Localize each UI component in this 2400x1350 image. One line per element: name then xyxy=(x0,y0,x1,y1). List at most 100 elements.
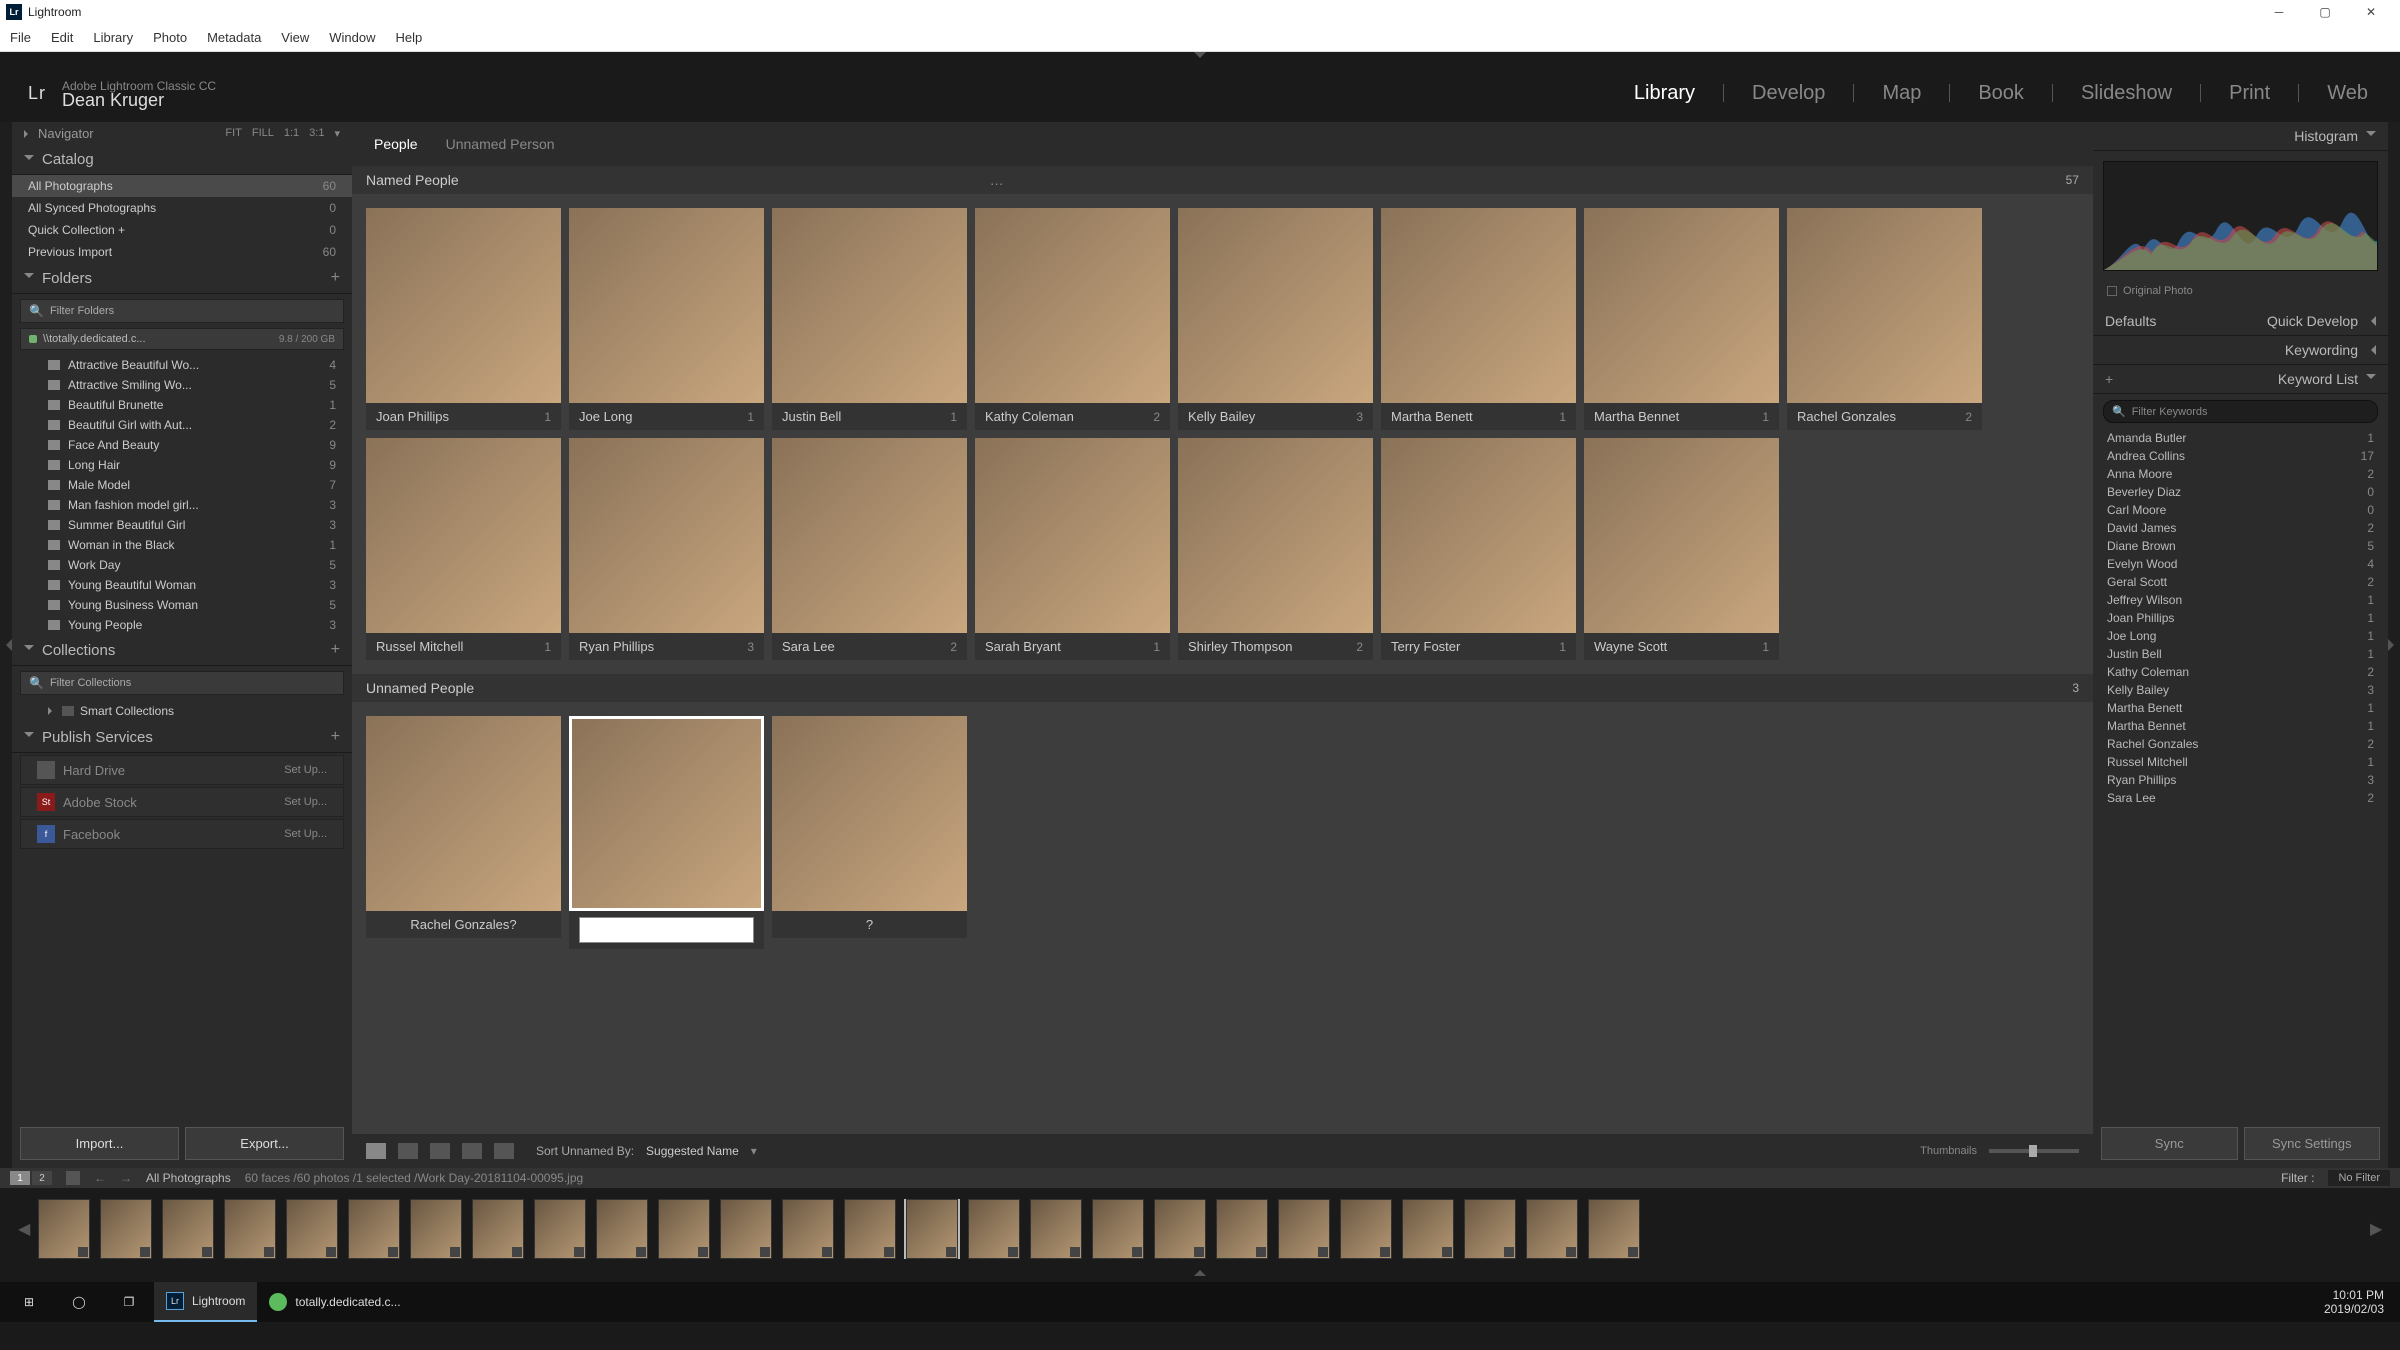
bottom-panel-collapse[interactable] xyxy=(0,1270,2400,1282)
filmstrip-thumb[interactable] xyxy=(1464,1199,1516,1259)
histogram-header[interactable]: Histogram xyxy=(2093,122,2388,151)
keyword-item[interactable]: Kelly Bailey3 xyxy=(2093,681,2388,699)
smart-collections-row[interactable]: Smart Collections xyxy=(12,700,352,722)
add-folder-icon[interactable]: + xyxy=(331,269,340,287)
person-tile[interactable]: Wayne Scott1 xyxy=(1584,438,1779,660)
person-tile[interactable]: Russel Mitchell1 xyxy=(366,438,561,660)
minimize-button[interactable]: ─ xyxy=(2256,0,2302,24)
person-tile[interactable]: Terry Foster1 xyxy=(1381,438,1576,660)
person-tile[interactable]: Shirley Thompson2 xyxy=(1178,438,1373,660)
status-collection[interactable]: All Photographs xyxy=(146,1171,231,1185)
filmstrip-thumb[interactable] xyxy=(844,1199,896,1259)
module-develop[interactable]: Develop xyxy=(1748,82,1829,105)
folder-item[interactable]: Summer Beautiful Girl3 xyxy=(12,515,352,535)
face-thumbnail[interactable] xyxy=(772,438,967,633)
publish-item[interactable]: StAdobe StockSet Up... xyxy=(20,787,344,817)
filmstrip-thumb[interactable] xyxy=(1092,1199,1144,1259)
sort-dropdown[interactable]: Suggested Name xyxy=(646,1144,739,1158)
catalog-header[interactable]: Catalog xyxy=(12,145,352,175)
filmstrip-thumb[interactable] xyxy=(472,1199,524,1259)
zoom-3:1[interactable]: 3:1 xyxy=(309,127,324,140)
module-web[interactable]: Web xyxy=(2323,82,2372,105)
face-thumbnail[interactable] xyxy=(569,208,764,403)
keyword-item[interactable]: David James2 xyxy=(2093,519,2388,537)
filmstrip-right-icon[interactable]: ▶ xyxy=(2370,1219,2382,1239)
filmstrip-thumb[interactable] xyxy=(1588,1199,1640,1259)
tab-unnamed-person[interactable]: Unnamed Person xyxy=(446,136,555,152)
person-suggestion[interactable]: Rachel Gonzales? xyxy=(410,917,516,932)
keyword-item[interactable]: Joan Phillips1 xyxy=(2093,609,2388,627)
face-thumbnail[interactable] xyxy=(366,438,561,633)
collections-header[interactable]: Collections+ xyxy=(12,635,352,666)
face-thumbnail[interactable] xyxy=(975,208,1170,403)
filmstrip-thumb[interactable] xyxy=(1526,1199,1578,1259)
menu-view[interactable]: View xyxy=(281,30,309,45)
keyword-item[interactable]: Anna Moore2 xyxy=(2093,465,2388,483)
nav-back-icon[interactable]: ← xyxy=(94,1171,106,1185)
cortana-button[interactable]: ◯ xyxy=(54,1282,104,1322)
filmstrip-thumb[interactable] xyxy=(1402,1199,1454,1259)
filmstrip-thumb[interactable] xyxy=(1278,1199,1330,1259)
person-tile[interactable]: Kelly Bailey3 xyxy=(1178,208,1373,430)
face-thumbnail[interactable] xyxy=(1584,438,1779,633)
keyword-item[interactable]: Sara Lee2 xyxy=(2093,789,2388,807)
keyword-item[interactable]: Martha Benett1 xyxy=(2093,699,2388,717)
people-view-icon[interactable] xyxy=(494,1143,514,1159)
defaults-dropdown[interactable]: Defaults xyxy=(2105,313,2156,329)
page-button[interactable]: 1 xyxy=(10,1171,30,1185)
catalog-item[interactable]: Quick Collection +0 xyxy=(12,219,352,241)
catalog-item[interactable]: All Photographs60 xyxy=(12,175,352,197)
filmstrip-left-icon[interactable]: ◀ xyxy=(18,1219,30,1239)
keyword-item[interactable]: Andrea Collins17 xyxy=(2093,447,2388,465)
filmstrip-thumb[interactable] xyxy=(348,1199,400,1259)
keyword-item[interactable]: Rachel Gonzales2 xyxy=(2093,735,2388,753)
keyword-item[interactable]: Joe Long1 xyxy=(2093,627,2388,645)
grid-icon[interactable] xyxy=(66,1171,80,1185)
publish-item[interactable]: Hard DriveSet Up... xyxy=(20,755,344,785)
folder-item[interactable]: Woman in the Black1 xyxy=(12,535,352,555)
face-thumbnail[interactable] xyxy=(1787,208,1982,403)
loupe-view-icon[interactable] xyxy=(398,1143,418,1159)
filmstrip-thumb[interactable] xyxy=(410,1199,462,1259)
face-thumbnail[interactable] xyxy=(1381,438,1576,633)
top-panel-collapse[interactable] xyxy=(0,52,2400,64)
keyword-item[interactable]: Evelyn Wood4 xyxy=(2093,555,2388,573)
face-thumbnail[interactable] xyxy=(1584,208,1779,403)
keyword-item[interactable]: Russel Mitchell1 xyxy=(2093,753,2388,771)
module-library[interactable]: Library xyxy=(1630,82,1699,105)
face-thumbnail[interactable] xyxy=(366,208,561,403)
keyword-item[interactable]: Amanda Butler1 xyxy=(2093,429,2388,447)
menu-help[interactable]: Help xyxy=(396,30,423,45)
page-button[interactable]: 2 xyxy=(32,1171,52,1185)
person-tile[interactable]: Justin Bell1 xyxy=(772,208,967,430)
keyword-item[interactable]: Justin Bell1 xyxy=(2093,645,2388,663)
sync-settings-button[interactable]: Sync Settings xyxy=(2244,1127,2381,1160)
keyword-item[interactable]: Ryan Phillips3 xyxy=(2093,771,2388,789)
filter-dropdown[interactable]: No Filter xyxy=(2328,1170,2390,1186)
volume-row[interactable]: \\totally.dedicated.c... 9.8 / 200 GB xyxy=(20,328,344,350)
menu-file[interactable]: File xyxy=(10,30,31,45)
original-photo-toggle[interactable]: Original Photo xyxy=(2093,281,2388,307)
compare-view-icon[interactable] xyxy=(430,1143,450,1159)
filmstrip-thumb[interactable] xyxy=(162,1199,214,1259)
filmstrip-thumb[interactable] xyxy=(906,1199,958,1259)
face-thumbnail[interactable] xyxy=(569,716,764,911)
filmstrip-thumb[interactable] xyxy=(1030,1199,1082,1259)
menu-window[interactable]: Window xyxy=(329,30,375,45)
keyword-item[interactable]: Carl Moore0 xyxy=(2093,501,2388,519)
folder-item[interactable]: Beautiful Brunette1 xyxy=(12,395,352,415)
navigator-header[interactable]: Navigator FITFILL1:13:1▾ xyxy=(12,122,352,145)
person-tile-selected[interactable] xyxy=(569,716,764,949)
person-tile[interactable]: Rachel Gonzales2 xyxy=(1787,208,1982,430)
keyword-item[interactable]: Jeffrey Wilson1 xyxy=(2093,591,2388,609)
folder-item[interactable]: Face And Beauty9 xyxy=(12,435,352,455)
filmstrip-thumb[interactable] xyxy=(100,1199,152,1259)
grid-view-icon[interactable] xyxy=(366,1143,386,1159)
person-tile[interactable]: Rachel Gonzales? xyxy=(366,716,561,949)
filmstrip-thumb[interactable] xyxy=(38,1199,90,1259)
checkbox-icon[interactable] xyxy=(2107,286,2117,296)
publish-item[interactable]: fFacebookSet Up... xyxy=(20,819,344,849)
import-button[interactable]: Import... xyxy=(20,1127,179,1160)
folder-item[interactable]: Man fashion model girl...3 xyxy=(12,495,352,515)
person-tile[interactable]: Joe Long1 xyxy=(569,208,764,430)
